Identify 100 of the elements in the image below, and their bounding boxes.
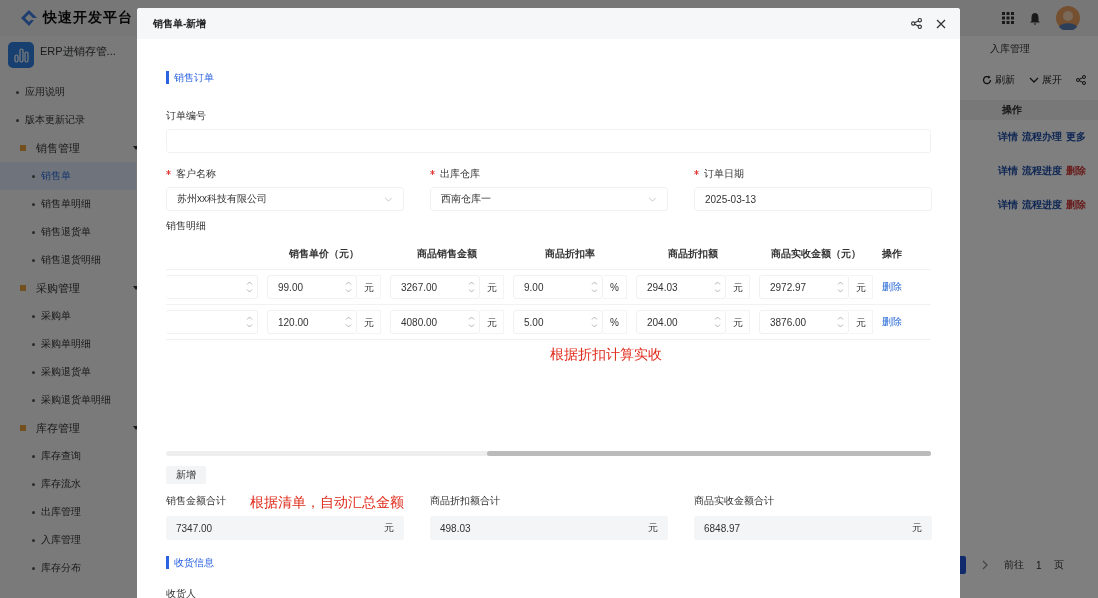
menu-item[interactable]: 销售退货明细 [0, 246, 150, 274]
add-button[interactable]: 新增 [166, 466, 206, 484]
bullet-icon [32, 566, 35, 570]
column-header: 商品销售金额 [416, 247, 478, 261]
spinner-icon[interactable] [837, 280, 844, 294]
menu-item[interactable]: 销售单明细 [0, 190, 150, 218]
group-icon [20, 425, 26, 431]
number-input[interactable] [166, 275, 258, 299]
action-link[interactable]: 详情 [998, 164, 1018, 178]
spinner-icon[interactable] [714, 280, 721, 294]
spinner-icon[interactable] [837, 315, 844, 329]
action-link[interactable]: 详情 [998, 130, 1018, 144]
menu-item[interactable]: 采购单 [0, 302, 150, 330]
spinner-icon[interactable] [246, 280, 253, 294]
page-number-field[interactable]: 1 [1036, 559, 1042, 571]
menu-item[interactable]: 库存查询 [0, 442, 150, 470]
action-link[interactable]: 更多 [1066, 130, 1086, 144]
number-input[interactable]: 3876.00 [759, 310, 849, 334]
menu-item[interactable]: 库存流水 [0, 470, 150, 498]
bullet-icon [32, 510, 35, 514]
delete-link[interactable]: 删除 [882, 315, 918, 329]
number-input[interactable]: 99.00 [267, 275, 357, 299]
action-link[interactable]: 流程办理 [1022, 130, 1062, 144]
menu-item[interactable]: 采购单明细 [0, 330, 150, 358]
menu-item[interactable]: 版本更新记录 [0, 106, 150, 134]
menu-item[interactable]: 库存分布 [0, 554, 150, 582]
close-icon[interactable] [936, 18, 946, 29]
spinner-icon[interactable] [345, 280, 352, 294]
bullet-icon [32, 230, 35, 234]
select-field[interactable]: 西南仓库一 [430, 187, 668, 211]
number-input[interactable] [166, 310, 258, 334]
apps-grid-icon[interactable] [1002, 12, 1014, 24]
share-icon[interactable] [911, 18, 922, 29]
unit-label: 元 [726, 310, 750, 334]
chevron-down-icon [384, 196, 393, 202]
section-title: 收货信息 [166, 556, 931, 569]
horizontal-scrollbar[interactable] [166, 451, 931, 456]
number-input[interactable]: 3267.00 [390, 275, 480, 299]
action-link[interactable]: 流程进度 [1022, 164, 1062, 178]
spinner-icon[interactable] [468, 280, 475, 294]
spinner-icon[interactable] [246, 315, 253, 329]
platform-title: 快速开发平台 [43, 9, 133, 27]
number-input[interactable]: 2972.97 [759, 275, 849, 299]
bullet-icon [32, 342, 35, 346]
spinner-icon[interactable] [591, 315, 598, 329]
number-input[interactable]: 120.00 [267, 310, 357, 334]
required-icon [430, 170, 435, 175]
chevron-right-icon[interactable] [982, 560, 988, 570]
refresh-button[interactable]: 刷新 [982, 73, 1015, 87]
number-input[interactable]: 294.03 [636, 275, 726, 299]
menu-item[interactable]: 应用说明 [0, 78, 150, 106]
expand-button[interactable]: 展开 [1029, 73, 1062, 87]
bullet-icon [32, 314, 35, 318]
menu-item[interactable]: 采购退货单 [0, 358, 150, 386]
spinner-icon[interactable] [345, 315, 352, 329]
page-tab[interactable]: 入库管理 [990, 42, 1030, 56]
bell-icon[interactable] [1029, 11, 1041, 25]
unit-label: 元 [648, 521, 658, 535]
delete-link[interactable]: 删除 [882, 280, 918, 294]
menu-item[interactable]: 入库管理 [0, 526, 150, 554]
logo-icon [20, 9, 38, 27]
number-input[interactable]: 204.00 [636, 310, 726, 334]
annotation-text: 根据折扣计算实收 [550, 346, 662, 364]
menu-group[interactable]: 采购管理 [0, 274, 150, 302]
menu-item[interactable]: 销售单 [0, 162, 136, 190]
spinner-icon[interactable] [468, 315, 475, 329]
unit-label: 元 [357, 275, 381, 299]
action-link[interactable]: 删除 [1066, 198, 1086, 212]
unit-label: 元 [357, 310, 381, 334]
number-input[interactable]: 4080.00 [390, 310, 480, 334]
action-link[interactable]: 流程进度 [1022, 198, 1062, 212]
date-field[interactable]: 2025-03-13 [694, 187, 932, 211]
action-link[interactable]: 详情 [998, 198, 1018, 212]
column-header: 操作 [882, 247, 903, 261]
field-label: 收货人 [166, 587, 197, 598]
bullet-icon [16, 118, 19, 122]
spinner-icon[interactable] [714, 315, 721, 329]
menu-group[interactable]: 库存管理 [0, 414, 150, 442]
avatar-icon[interactable] [1056, 6, 1080, 30]
menu-item[interactable]: 出库管理 [0, 498, 150, 526]
spinner-icon[interactable] [591, 280, 598, 294]
field-label: 出库仓库 [430, 167, 668, 181]
number-input[interactable]: 5.00 [513, 310, 603, 334]
select-field[interactable]: 苏州xx科技有限公司 [166, 187, 404, 211]
menu-item[interactable]: 销售退货单 [0, 218, 150, 246]
unit-label: % [603, 275, 627, 299]
total-field: 498.03 元 [430, 516, 668, 540]
bullet-icon [32, 370, 35, 374]
unit-label: 元 [849, 310, 873, 334]
app-name: ERP进销存管... [40, 44, 116, 59]
menu-group[interactable]: 销售管理 [0, 134, 150, 162]
dialog-title: 销售单-新增 [153, 16, 207, 31]
group-icon [20, 285, 26, 291]
unit-label: 元 [912, 521, 922, 535]
action-link[interactable]: 删除 [1066, 164, 1086, 178]
number-input[interactable]: 9.00 [513, 275, 603, 299]
refresh-icon [982, 75, 992, 85]
total-field: 7347.00 元 [166, 516, 404, 540]
column-header: 商品实收金额（元） [770, 247, 862, 261]
menu-item[interactable]: 采购退货单明细 [0, 386, 150, 414]
